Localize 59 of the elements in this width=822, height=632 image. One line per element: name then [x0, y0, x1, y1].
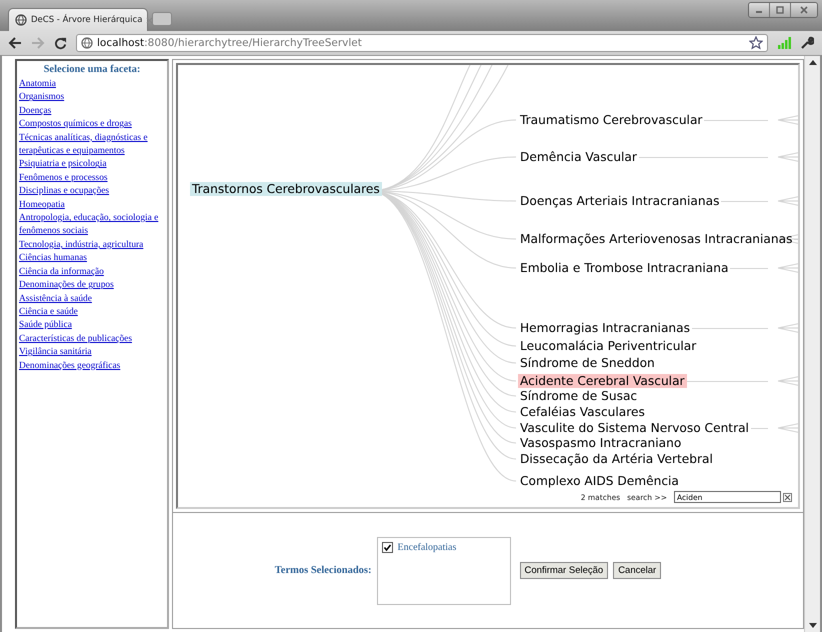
facet-link[interactable]: Psiquiatria e psicologia: [19, 158, 165, 172]
address-bar[interactable]: localhost:8080/hierarchytree/HierarchyTreeServlet: [76, 34, 768, 52]
facet-link[interactable]: Compostos químicos e drogas: [19, 118, 165, 132]
action-button[interactable]: Cancelar: [613, 562, 662, 579]
tree-node[interactable]: Malformações Arteriovenosas Intracranianas: [518, 232, 794, 246]
facet-link[interactable]: Assistência à saúde: [19, 292, 165, 306]
globe-icon: [15, 14, 27, 26]
action-button[interactable]: Confirmar Seleção: [520, 562, 608, 579]
facet-heading: Selecione uma faceta:: [42, 64, 142, 75]
globe-icon: [81, 37, 93, 49]
maximize-icon: [775, 6, 785, 14]
facet-link[interactable]: Ciência e saúde: [19, 306, 165, 320]
tab-title: DeCS - Árvore Hierárquica: [31, 15, 142, 25]
tree-node[interactable]: Dissecação da Artéria Vertebral: [518, 452, 715, 466]
scroll-up-icon[interactable]: [808, 59, 816, 65]
facet-link[interactable]: Ciências humanas: [19, 252, 165, 266]
url-text: localhost:8080/hierarchytree/HierarchyTreeServlet: [97, 37, 363, 49]
reload-icon[interactable]: [54, 36, 67, 50]
tree-node[interactable]: Traumatismo Cerebrovascular: [518, 113, 704, 127]
facet-link[interactable]: Ciência da informação: [19, 266, 165, 280]
back-icon[interactable]: [8, 37, 22, 49]
facet-link[interactable]: Homeopatia: [19, 198, 165, 212]
clear-icon[interactable]: [783, 492, 792, 502]
tree-node[interactable]: Complexo AIDS Demência: [518, 474, 681, 488]
selected-terms-label: Termos Selecionados:: [274, 565, 372, 576]
star-icon[interactable]: [749, 36, 763, 50]
tree-node[interactable]: Síndrome de Sneddon: [518, 356, 657, 370]
facet-link[interactable]: Organismos: [19, 91, 165, 105]
close-button[interactable]: [791, 3, 817, 17]
facet-link[interactable]: Fenômenos e processos: [19, 172, 165, 186]
tree-node[interactable]: Hemorragias Intracranianas: [518, 321, 692, 335]
tree-node[interactable]: Síndrome de Susac: [518, 389, 640, 403]
facet-link[interactable]: Características de publicações: [19, 332, 165, 346]
facet-link[interactable]: Denominações de grupos: [19, 279, 165, 292]
facet-link[interactable]: Saúde pública: [19, 319, 165, 333]
facet-link[interactable]: Tecnologia, indústria, agricultura: [19, 238, 165, 252]
term-label: Encefalopatias: [398, 542, 456, 552]
tree-node[interactable]: Vasculite do Sistema Nervoso Central: [518, 421, 751, 435]
facet-link[interactable]: Denominações geográficas: [19, 360, 165, 373]
tree-node[interactable]: Cefaléias Vasculares: [518, 405, 647, 419]
tree-node[interactable]: Leucomalácia Periventricular: [518, 339, 698, 353]
checkbox[interactable]: [382, 542, 393, 552]
facet-link[interactable]: Técnicas analíticas, diagnósticas e terapêuticas e equipamentos: [19, 132, 165, 158]
scrollbar[interactable]: [804, 56, 820, 632]
tree-node[interactable]: Embolia e Trombose Intracraniana: [518, 261, 730, 275]
facet-link[interactable]: Disciplinas e ocupações: [19, 185, 165, 199]
tree-node[interactable]: Demência Vascular: [518, 150, 639, 164]
facet-link[interactable]: Antropologia, educação, sociologia e fenômenos sociais: [19, 212, 165, 239]
tree-root-node[interactable]: Transtornos Cerebrovasculares: [190, 182, 382, 196]
facet-link[interactable]: Doenças: [19, 104, 165, 118]
tree-node[interactable]: Acidente Cerebral Vascular: [518, 374, 687, 388]
maximize-button[interactable]: [770, 3, 791, 17]
wrench-icon[interactable]: [800, 36, 814, 50]
facet-link[interactable]: Anatomia: [19, 78, 165, 92]
minimize-button[interactable]: [749, 3, 770, 17]
tree-node[interactable]: Vasospasmo Intracraniano: [518, 436, 684, 450]
tree-node[interactable]: Doenças Arteriais Intracranianas: [518, 194, 722, 208]
facet-link[interactable]: Vigilância sanitária: [19, 346, 165, 360]
scroll-down-icon[interactable]: [808, 623, 816, 629]
